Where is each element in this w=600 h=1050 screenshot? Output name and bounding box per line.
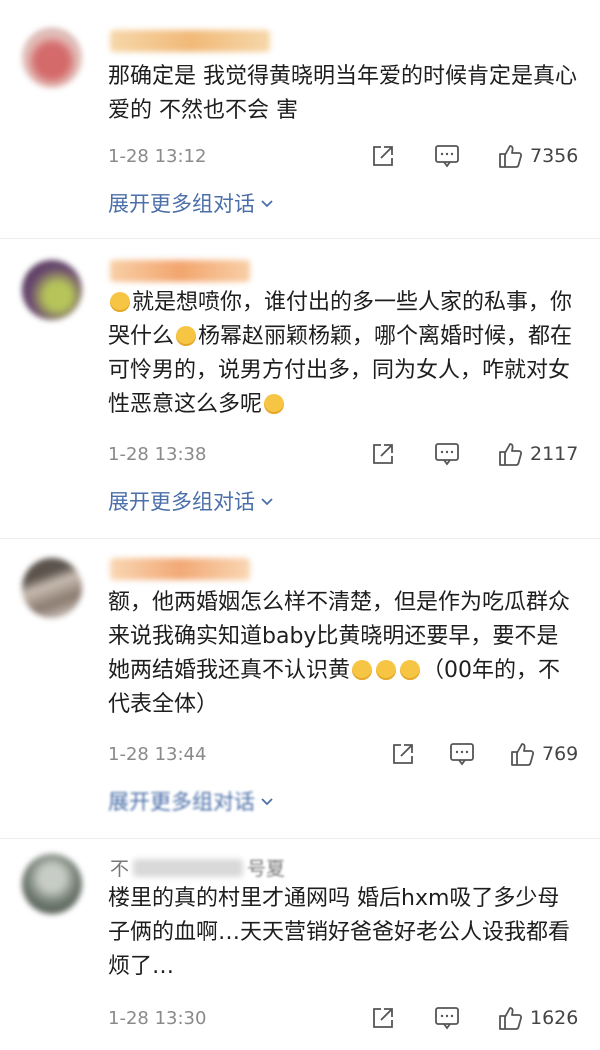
comment-text: 楼里的真的村里才通网吗 婚后hxm吸了多少母子俩的血啊…天天营销好爸爸好老公人设… — [108, 886, 571, 979]
emoji-icon — [110, 292, 130, 312]
chevron-down-icon — [261, 798, 273, 806]
comment-item: 额，他两婚姻怎么样不清楚，但是作为吃瓜群众来说我确实知道baby比黄晓明还要早，… — [0, 538, 600, 839]
like-icon — [511, 743, 535, 766]
comment-icon[interactable] — [433, 142, 461, 170]
comment-text: 额，他两婚姻怎么样不清楚，但是作为吃瓜群众来说我确实知道baby比黄晓明还要早，… — [108, 590, 571, 717]
avatar[interactable] — [22, 854, 82, 914]
like-button[interactable]: 7356 — [496, 142, 578, 170]
like-count: 1626 — [530, 1007, 579, 1029]
chevron-down-icon — [261, 498, 273, 506]
emoji-icon — [264, 394, 285, 414]
comment-text: 那确定是 我觉得黄晓明当年爱的时候肯定是真心爱的 不然也不会 害 — [108, 64, 577, 123]
comment-time: 1-28 13:44 — [108, 744, 207, 765]
username[interactable]: 不 号夏 — [110, 854, 285, 881]
expand-replies-link[interactable]: 展开更多组对话 — [108, 188, 275, 218]
emoji-icon — [376, 660, 397, 680]
avatar[interactable] — [22, 28, 82, 88]
share-icon[interactable] — [390, 740, 416, 768]
username[interactable] — [110, 558, 250, 580]
emoji-icon — [176, 326, 197, 346]
share-icon[interactable] — [370, 142, 396, 170]
expand-replies-link[interactable]: 展开更多组对话 — [108, 786, 275, 816]
like-button[interactable]: 1626 — [496, 1004, 578, 1032]
like-count: 769 — [542, 743, 579, 765]
like-icon — [499, 1007, 523, 1030]
comment-meta: 1-28 13:38 2117 — [108, 440, 586, 470]
comment-item: 就是想喷你，谁付出的多一些人家的私事，你哭什么 杨幂赵丽颖杨颖，哪个离婚时候，都在… — [0, 238, 600, 539]
comment-text: 就是想喷你，谁付出的多一些人家的私事，你哭什么 杨幂赵丽颖杨颖，哪个离婚时候，都在… — [108, 290, 573, 417]
comment-meta: 1-28 13:12 7356 — [108, 142, 586, 172]
comment-meta: 1-28 13:44 769 — [108, 740, 586, 770]
username[interactable] — [110, 260, 250, 282]
like-button[interactable]: 769 — [508, 740, 578, 768]
username[interactable] — [110, 30, 270, 52]
like-count: 7356 — [530, 145, 579, 167]
like-button[interactable]: 2117 — [496, 440, 578, 468]
emoji-icon — [400, 660, 421, 680]
avatar[interactable] — [22, 260, 82, 320]
comment-icon[interactable] — [433, 440, 461, 468]
comment-item: 那确定是 我觉得黄晓明当年爱的时候肯定是真心爱的 不然也不会 害 1-28 13… — [0, 0, 600, 239]
like-count: 2117 — [530, 443, 579, 465]
comment-time: 1-28 13:38 — [108, 444, 207, 465]
avatar[interactable] — [22, 558, 82, 618]
comment-item: 不 号夏 楼里的真的村里才通网吗 婚后hxm吸了多少母子俩的血啊…天天营销好爸爸… — [0, 838, 600, 1050]
comment-time: 1-28 13:30 — [108, 1008, 207, 1029]
expand-replies-link[interactable]: 展开更多组对话 — [108, 486, 275, 516]
comment-time: 1-28 13:12 — [108, 146, 207, 167]
share-icon[interactable] — [370, 440, 396, 468]
chevron-down-icon — [261, 200, 273, 208]
comment-icon[interactable] — [433, 1004, 461, 1032]
share-icon[interactable] — [370, 1004, 396, 1032]
comment-meta: 1-28 13:30 1626 — [108, 1004, 586, 1034]
like-icon — [499, 145, 523, 168]
emoji-icon — [352, 660, 373, 680]
like-icon — [499, 443, 523, 466]
comment-icon[interactable] — [448, 740, 476, 768]
